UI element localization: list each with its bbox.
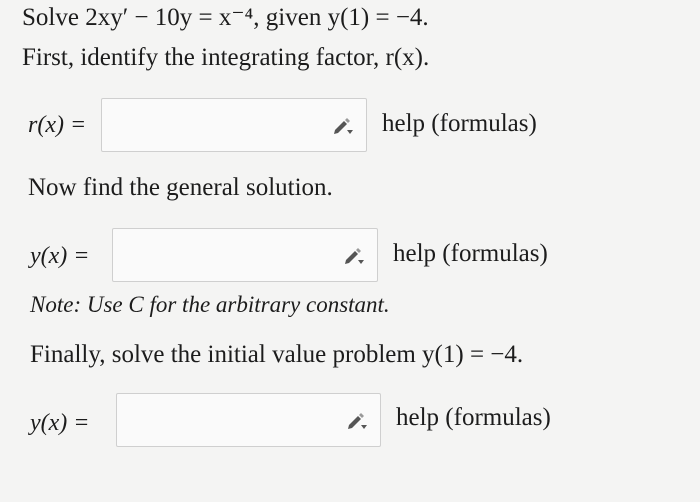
note-text: Note: Use C for the arbitrary constant. [30, 292, 390, 317]
webwork-problem: { "problem": { "statement": "Solve 2xy′ … [0, 0, 700, 502]
help-formulas-link-1[interactable]: help (formulas) [382, 110, 537, 138]
general-solution-input[interactable] [112, 228, 378, 282]
help-formulas-link-2[interactable]: help (formulas) [393, 240, 548, 268]
pencil-dropdown-icon[interactable] [332, 117, 354, 135]
help-formulas-link-3[interactable]: help (formulas) [396, 404, 551, 432]
r-answer-input[interactable] [101, 98, 367, 152]
step1-text: First, identify the integrating factor, … [22, 44, 430, 71]
pencil-dropdown-icon[interactable] [346, 412, 368, 430]
y-ivp-label: y(x) = [30, 410, 90, 436]
pencil-dropdown-icon[interactable] [343, 247, 365, 265]
step3-text: Finally, solve the initial value problem… [30, 341, 524, 368]
problem-statement: Solve 2xy′ − 10y = x⁻⁴, given y(1) = −4. [22, 4, 429, 31]
y-general-label: y(x) = [30, 243, 90, 269]
r-label: r(x) = [28, 112, 87, 138]
step2-text: Now find the general solution. [28, 174, 333, 201]
ivp-solution-input[interactable] [116, 393, 381, 447]
